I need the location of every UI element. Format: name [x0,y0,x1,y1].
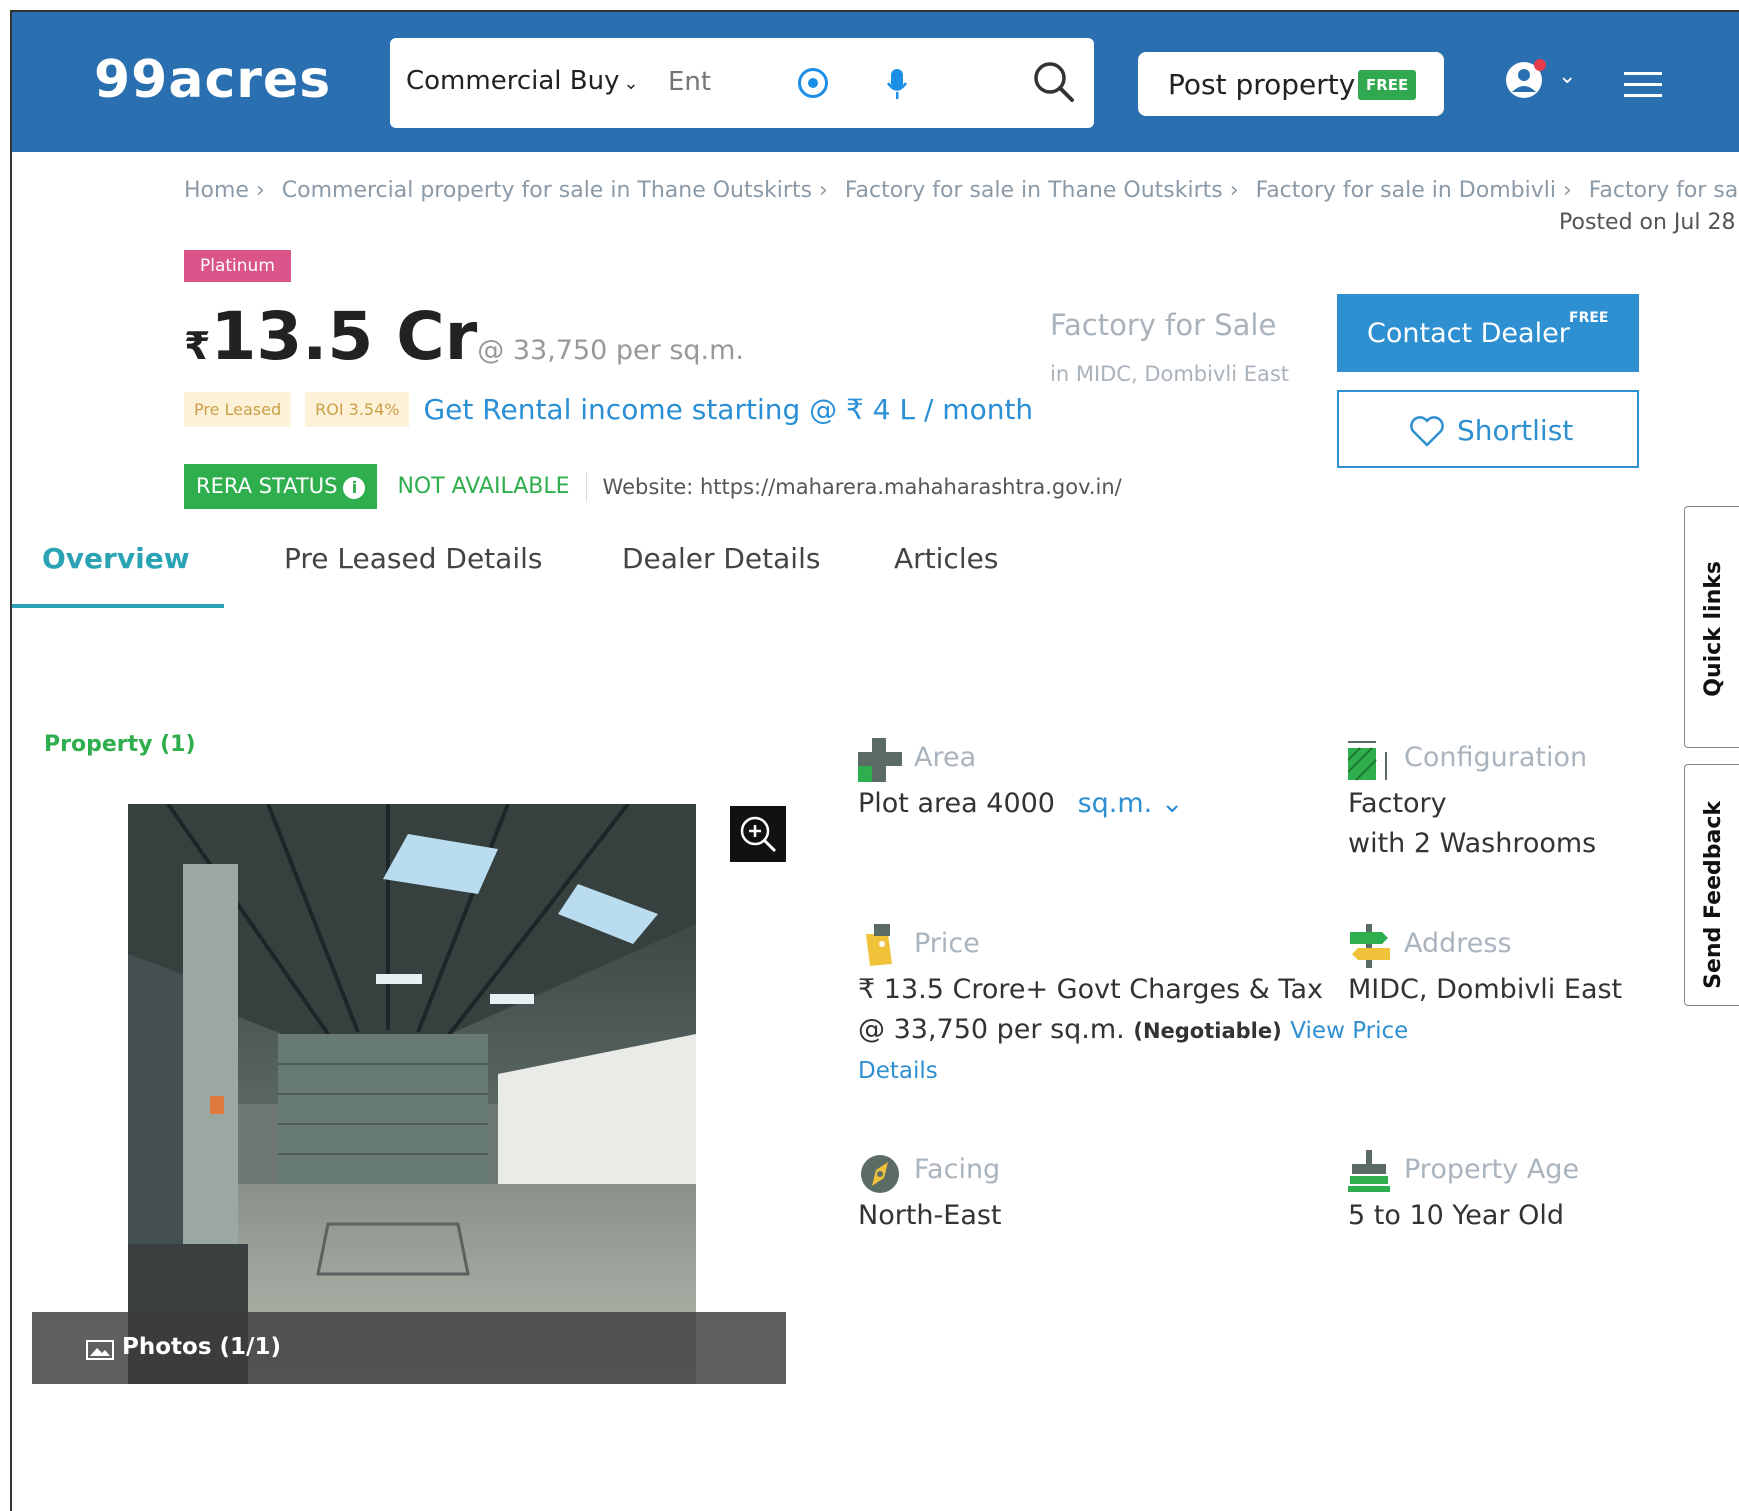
rera-website: Website: https://maharera.mahaharashtra.… [602,474,1122,499]
site-logo[interactable]: 99acres [94,50,331,110]
search-input[interactable] [668,62,728,102]
image-icon [86,1340,114,1360]
platinum-badge: Platinum [184,250,291,282]
tags-row: Pre Leased ROI 3.54% Get Rental income sta… [184,392,1033,427]
user-account-icon[interactable] [1502,56,1550,104]
tab-overview[interactable]: Overview [42,542,190,575]
property-age-label: Property Age [1404,1154,1580,1185]
configuration-value: Factory with 2 Washrooms [1348,784,1596,864]
configuration-icon [1348,741,1387,781]
zoom-in-icon[interactable] [730,806,786,862]
property-age-value: 5 to 10 Year Old [1348,1200,1565,1231]
negotiable-label: (Negotiable) [1133,1019,1282,1043]
property-count: Property (1) [44,732,196,757]
property-photo[interactable] [128,804,696,1384]
free-label: FREE [1569,310,1609,326]
view-price-details-link-2[interactable]: Details [858,1051,1408,1091]
price-line-2: @ 33,750 per sq.m. [858,1014,1125,1045]
price-line-1: ₹ 13.5 Crore+ Govt Charges & Tax [858,974,1323,1005]
breadcrumb-home[interactable]: Home › [184,178,265,203]
search-category-label: Commercial Buy [406,66,620,96]
breadcrumb-factory-dombivli[interactable]: Factory for sale in Dombivli › [1256,178,1572,203]
breadcrumb-factory-midc[interactable]: Factory for sale in MIDC [1589,178,1739,203]
quick-links-label: Quick links [1701,561,1726,697]
posted-date: Posted on Jul 28 [1559,210,1736,235]
photos-bar[interactable]: Photos (1/1) [32,1312,786,1384]
info-icon[interactable]: i [343,477,366,499]
post-property-button[interactable]: Post property FREE [1138,52,1444,116]
search-category-dropdown[interactable]: Commercial Buy ⌄ [406,66,639,96]
rupee-symbol: ₹ [184,324,211,368]
listing-title: Factory for Sale [1050,308,1277,342]
area-icon [858,738,902,782]
address-label: Address [1404,928,1512,959]
heart-icon [1410,416,1444,447]
pre-leased-tag: Pre Leased [184,392,292,427]
free-badge: FREE [1358,70,1417,100]
building-age-icon [1348,1150,1390,1192]
configuration-line-2: with 2 Washrooms [1348,828,1597,859]
page-frame: 99acres Commercial Buy⌄ Post property FR… [10,10,1739,1511]
roi-tag: ROI 3.54% [305,392,410,427]
factory-interior-image [128,804,696,1384]
price-label: Price [914,928,980,959]
rental-income-link[interactable]: Get Rental income starting @ ₹ 4 L / mon… [423,393,1033,426]
search-bar: Commercial Buy ⌄ [390,38,1094,128]
chevron-down-icon: ⌄ [623,73,639,94]
post-property-label: Post property [1168,68,1356,101]
breadcrumb-commercial-thane[interactable]: Commercial property for sale in Thane Ou… [282,178,828,203]
top-header: 99acres Commercial Buy⌄ Post property FR… [12,12,1739,152]
area-unit-label: sq.m. [1077,788,1153,819]
chevron-down-icon: ⌄ [1160,788,1184,819]
hamburger-menu-icon[interactable] [1624,72,1662,98]
compass-icon [861,1155,899,1193]
divider [585,471,587,502]
contact-dealer-label: Contact Dealer [1367,318,1570,349]
area-label: Area [914,742,977,773]
tab-dealer-details[interactable]: Dealer Details [622,542,820,575]
rera-status-value: NOT AVAILABLE [397,474,570,499]
price-tag-icon [866,924,892,966]
microphone-icon[interactable] [886,68,908,100]
photos-count-label: Photos (1/1) [122,1334,281,1360]
rera-row: RERA STATUS i NOT AVAILABLE Website: https:… [184,464,1122,509]
price-per-sqm: @ 33,750 per sq.m. [477,335,745,366]
facing-value: North-East [858,1200,1002,1231]
quick-links-tab[interactable]: Quick links [1684,506,1739,748]
configuration-line-1: Factory [1348,788,1447,819]
rera-status-badge[interactable]: RERA STATUS i [184,464,378,509]
signpost-icon [1350,924,1390,968]
breadcrumb: Home › Commercial property for sale in T… [184,178,1739,203]
price-value: 13.5 Cr [210,298,478,375]
area-unit-dropdown[interactable]: sq.m. ⌄ [1078,788,1184,819]
configuration-label: Configuration [1404,742,1588,773]
price-value: ₹ 13.5 Crore+ Govt Charges & Tax @ 33,75… [858,970,1408,1091]
active-tab-underline [12,604,224,608]
send-feedback-label: Send Feedback [1701,801,1726,989]
search-icon[interactable] [1030,58,1078,106]
rera-status-label: RERA STATUS [196,474,338,498]
shortlist-label: Shortlist [1457,414,1574,447]
locate-me-icon[interactable] [798,68,828,98]
breadcrumb-factory-thane[interactable]: Factory for sale in Thane Outskirts › [845,178,1239,203]
tab-pre-leased-details[interactable]: Pre Leased Details [284,542,542,575]
section-tabs: Overview Pre Leased Details Dealer Detai… [12,532,1112,612]
area-plot-value: Plot area 4000 [858,788,1055,819]
send-feedback-tab[interactable]: Send Feedback [1684,764,1739,1006]
address-value: MIDC, Dombivli East [1348,974,1623,1005]
contact-dealer-button[interactable]: Contact Dealer FREE [1337,294,1639,372]
tab-articles[interactable]: Articles [894,542,998,575]
price-row: ₹13.5 Cr@ 33,750 per sq.m. [184,298,744,375]
facing-label: Facing [914,1154,1001,1185]
area-value: Plot area 4000 sq.m. ⌄ [858,784,1183,824]
listing-location: in MIDC, Dombivli East [1050,362,1290,386]
view-price-details-link[interactable]: View Price [1290,1018,1408,1044]
shortlist-button[interactable]: Shortlist [1337,390,1639,468]
chevron-down-icon[interactable]: ⌄ [1558,64,1576,89]
